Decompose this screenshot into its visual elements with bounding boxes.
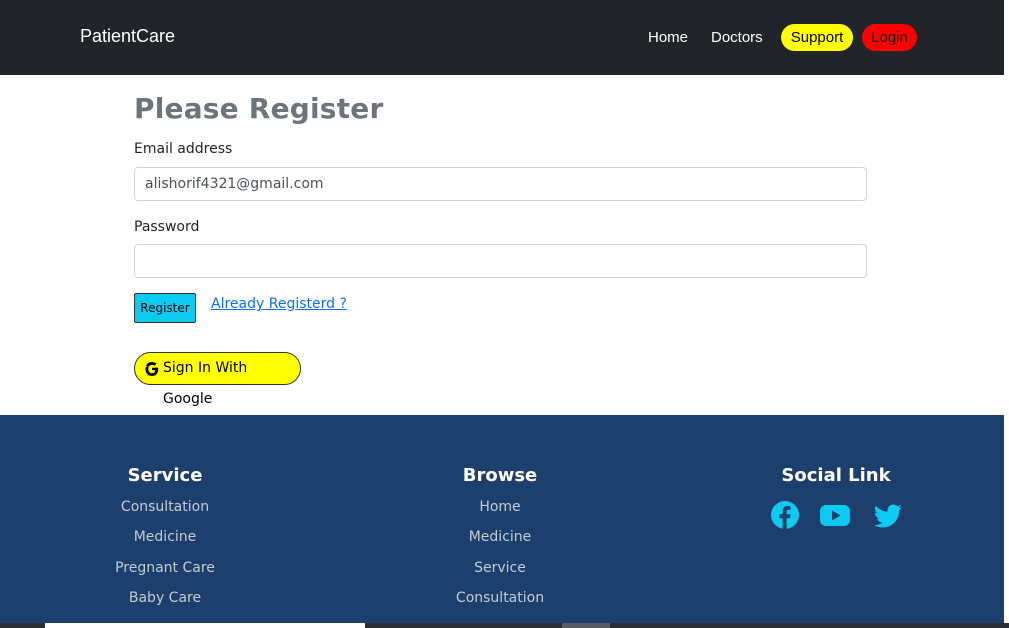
google-icon — [145, 362, 159, 376]
google-signin-label: Sign In With Google — [163, 360, 248, 407]
twitter-icon[interactable] — [872, 499, 904, 531]
footer-social-title: Social Link — [781, 465, 891, 486]
nav-home-link[interactable]: Home — [648, 29, 688, 46]
page-title: Please Register — [134, 92, 384, 125]
footer-service-link[interactable]: Baby Care — [45, 590, 285, 606]
support-button[interactable]: Support — [781, 24, 853, 51]
footer-browse-link[interactable]: Medicine — [380, 529, 620, 545]
footer-browse-link[interactable]: Home — [380, 499, 620, 515]
footer-service-link[interactable]: Medicine — [45, 529, 285, 545]
footer-service-link[interactable]: Pregnant Care — [45, 560, 285, 576]
footer-browse-link[interactable]: Service — [380, 560, 620, 576]
footer-service-link[interactable]: Consultation — [45, 499, 285, 515]
brand-logo[interactable]: PatientCare — [80, 26, 175, 47]
email-field[interactable]: alishorif4321@gmail.com — [134, 167, 867, 201]
login-button[interactable]: Login — [862, 24, 917, 51]
footer-browse-link[interactable]: Consultation — [380, 590, 620, 606]
footer-browse-title: Browse — [462, 465, 538, 486]
email-label: Email address — [134, 141, 233, 157]
top-navbar: PatientCare Home Doctors Support Login — [0, 0, 1004, 75]
nav-doctors-link[interactable]: Doctors — [711, 29, 763, 46]
password-field[interactable] — [134, 244, 867, 278]
footer-service-title: Service — [127, 465, 203, 486]
google-signin-button[interactable]: Sign In With Google — [134, 352, 301, 407]
register-button[interactable]: Register — [134, 293, 196, 323]
window-edge — [1004, 0, 1009, 628]
taskbar-segment — [562, 623, 610, 628]
youtube-icon[interactable] — [819, 499, 851, 531]
site-footer: Service Consultation Medicine Pregnant C… — [0, 415, 1004, 628]
password-label: Password — [134, 219, 200, 235]
already-registered-link[interactable]: Already Registerd ? — [211, 296, 347, 312]
taskbar-segment — [45, 623, 365, 628]
facebook-icon[interactable] — [769, 499, 801, 531]
